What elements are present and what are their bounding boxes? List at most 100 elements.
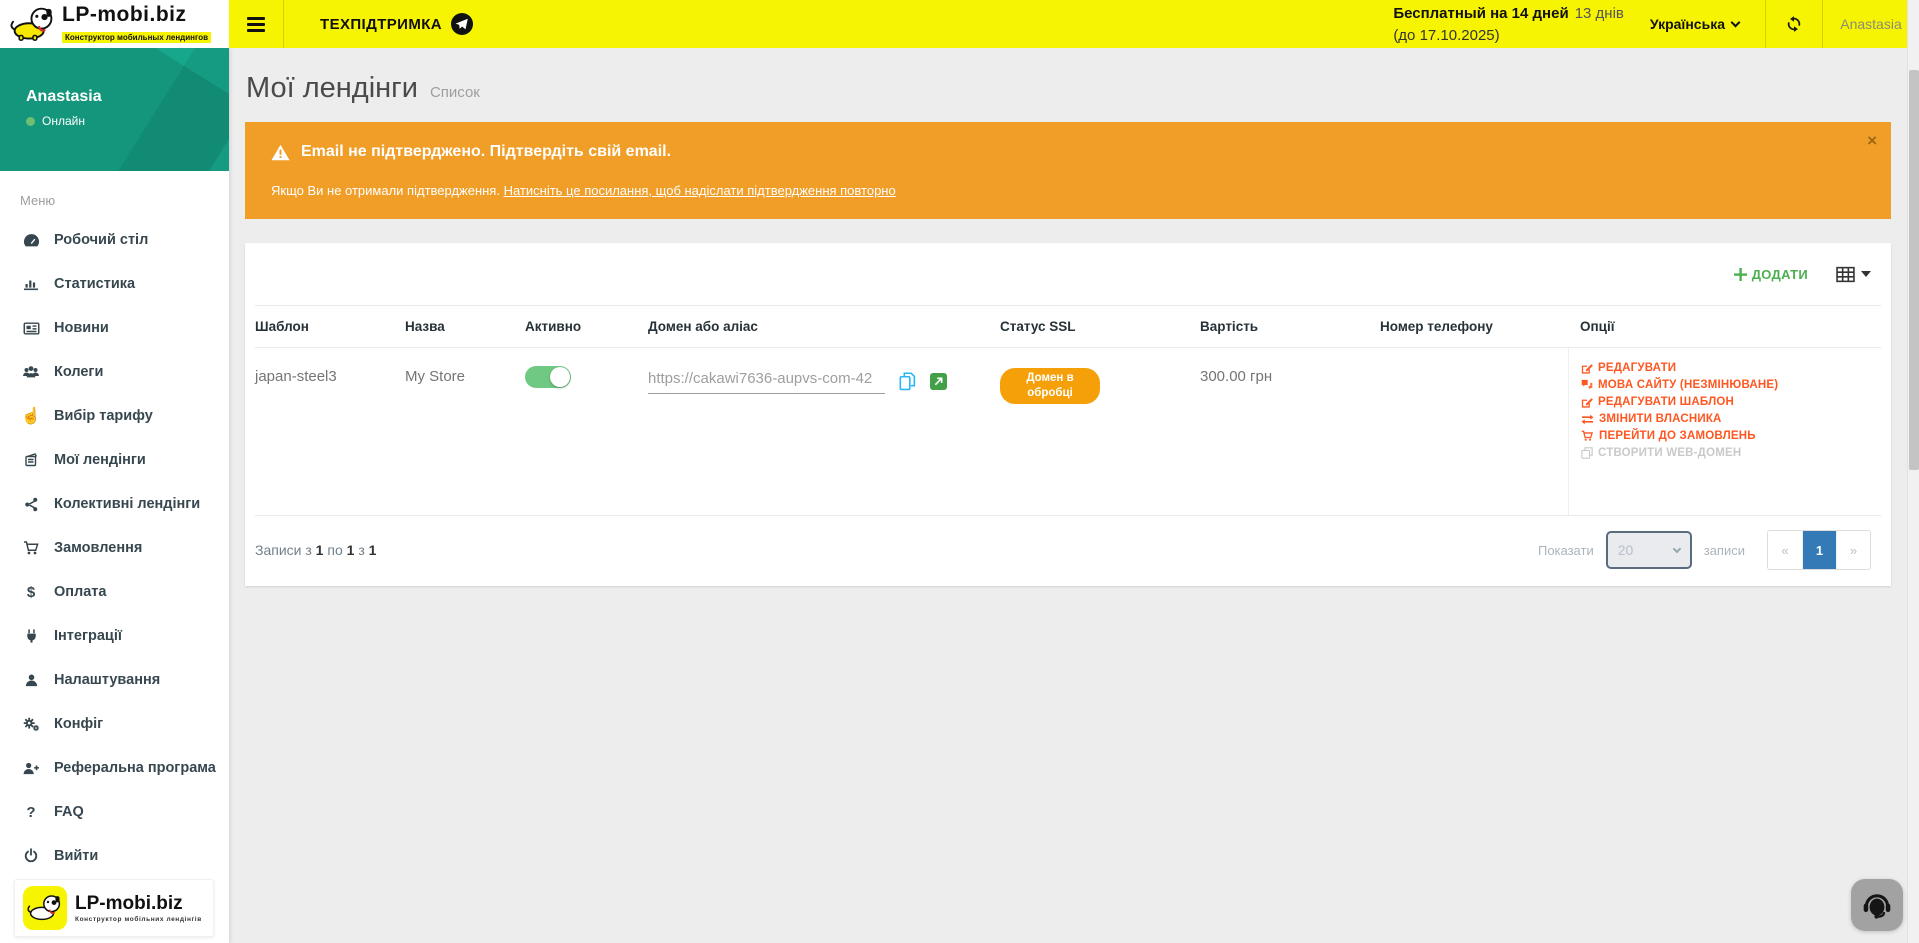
add-landing-button[interactable]: ДОДАТИ (1734, 267, 1808, 282)
sidebar-item-collective-landings[interactable]: Колективні лендінги (0, 482, 229, 526)
share-icon (20, 497, 42, 512)
hand-pointer-icon: ☝ (20, 406, 42, 426)
header-username[interactable]: Anastasia (1823, 16, 1919, 32)
domain-input[interactable] (648, 368, 885, 394)
landings-card: ДОДАТИ Шаблон Назва Активно Домен або ал… (245, 243, 1891, 586)
sidebar-item-label: Реферальна програма (54, 760, 216, 776)
sidebar-item-label: Робочий стіл (54, 232, 148, 248)
sidebar-item-dashboard[interactable]: Робочий стіл (0, 218, 229, 262)
column-header[interactable]: Шаблон (255, 306, 405, 347)
row-template: japan-steel3 (255, 348, 405, 515)
dog-logo-icon (10, 6, 56, 42)
sidebar-item-tariff[interactable]: ☝ Вибір тарифу (0, 394, 229, 438)
menu-section-label: Меню (20, 193, 229, 208)
sidebar-user-status: Онлайн (42, 114, 85, 128)
sidebar-item-orders[interactable]: Замовлення (0, 526, 229, 570)
trial-until: (до 17.10.2025) (1393, 25, 1624, 47)
sidebar-user-name: Anastasia (26, 88, 102, 106)
option-edit[interactable]: РЕДАГУВАТИ (1581, 362, 1881, 374)
warning-icon (271, 144, 290, 161)
sidebar-item-news[interactable]: Новини (0, 306, 229, 350)
support-label: ТЕХПІДТРИМКА (320, 16, 442, 33)
cart-icon (20, 540, 42, 556)
column-header[interactable]: Номер телефону (1380, 306, 1568, 347)
logo-title: LP-mobi.biz (62, 3, 211, 27)
sidebar-item-my-landings[interactable]: Мої лендінги (0, 438, 229, 482)
option-change-owner[interactable]: ЗМІНИТИ ВЛАСНИКА (1581, 413, 1881, 425)
sidebar-item-label: Інтеграції (54, 628, 122, 644)
column-header[interactable]: Вартість (1200, 306, 1380, 347)
option-site-language[interactable]: МОВА САЙТУ (НЕЗМІНЮВАНЕ) (1581, 379, 1881, 391)
page-title: Мої лендінги (246, 72, 418, 105)
trial-plan: Бесплатный на 14 дней (1393, 5, 1568, 22)
question-icon: ? (20, 804, 42, 821)
user-icon (20, 673, 42, 688)
power-icon (20, 848, 42, 864)
active-toggle[interactable] (525, 366, 571, 388)
alert-text: Якщо Ви не отримали підтвердження. (271, 183, 500, 198)
sidebar-item-colleagues[interactable]: Колеги (0, 350, 229, 394)
page-scrollbar[interactable] (1907, 0, 1919, 943)
column-settings-dropdown[interactable] (1836, 266, 1871, 283)
pagination-prev-button[interactable]: « (1768, 531, 1802, 569)
sidebar-item-statistics[interactable]: Статистика (0, 262, 229, 306)
refresh-button[interactable] (1766, 0, 1822, 48)
sidebar-item-config[interactable]: Конфіг (0, 702, 229, 746)
pagination-next-button[interactable]: » (1836, 531, 1870, 569)
refresh-icon (1785, 15, 1803, 33)
user-plus-icon (20, 761, 42, 776)
telegram-icon (450, 12, 474, 36)
sidebar-footer-logo[interactable]: LP-mobi.biz Конструктор мобільних лендін… (14, 879, 214, 937)
column-header[interactable]: Назва (405, 306, 525, 347)
dashboard-icon (20, 232, 42, 249)
column-header[interactable]: Опції (1568, 306, 1881, 347)
column-header[interactable]: Статус SSL (1000, 306, 1200, 347)
language-dropdown[interactable]: Українська (1640, 16, 1765, 32)
option-create-web-domain[interactable]: СТВОРИТИ WEB-ДОМЕН (1581, 447, 1881, 459)
news-icon (20, 320, 42, 337)
page-size-select[interactable]: 20 (1606, 531, 1692, 569)
sidebar-item-label: Статистика (54, 276, 135, 292)
option-go-to-orders[interactable]: ПЕРЕЙТИ ДО ЗАМОВЛЕНЬ (1581, 430, 1881, 442)
table-row: japan-steel3 My Store (255, 348, 1881, 516)
support-chat-button[interactable] (1851, 879, 1903, 931)
chevron-down-icon (1672, 544, 1680, 552)
resend-confirmation-link[interactable]: Натисніть це посилання, щоб надіслати пі… (504, 183, 896, 198)
copy-icon[interactable] (899, 372, 916, 391)
option-edit-template[interactable]: РЕДАГУВАТИ ШАБЛОН (1581, 396, 1881, 408)
close-icon[interactable]: × (1867, 132, 1877, 149)
show-label: Показати (1538, 543, 1594, 558)
caret-down-icon (1861, 271, 1871, 277)
footer-logo-title: LP-mobi.biz (75, 893, 202, 915)
footer-logo-subtitle: Конструктор мобільних лендінгів (75, 916, 202, 923)
sidebar-item-logout[interactable]: Вийти (0, 834, 229, 878)
dog-logo-icon (23, 886, 67, 930)
column-header[interactable]: Активно (525, 306, 648, 347)
sidebar-user-panel: Anastasia Онлайн (0, 48, 229, 171)
sidebar-item-label: Оплата (54, 584, 106, 600)
pages-icon (20, 452, 42, 468)
sidebar-item-label: Конфіг (54, 716, 103, 732)
sidebar-item-payment[interactable]: $ Оплата (0, 570, 229, 614)
sidebar-item-settings[interactable]: Налаштування (0, 658, 229, 702)
support-link[interactable]: ТЕХПІДТРИМКА (284, 0, 518, 48)
scrollbar-thumb[interactable] (1909, 70, 1919, 470)
sidebar-item-label: FAQ (54, 804, 84, 820)
landings-table: Шаблон Назва Активно Домен або аліас Ста… (245, 305, 1891, 516)
sidebar-item-referral[interactable]: Реферальна програма (0, 746, 229, 790)
page-subtitle: Список (430, 84, 480, 101)
app-logo[interactable]: LP-mobi.biz Конструктор мобильных лендин… (0, 0, 229, 48)
pagination-page-1[interactable]: 1 (1802, 531, 1836, 569)
sidebar-item-integrations[interactable]: Інтеграції (0, 614, 229, 658)
column-header[interactable]: Домен або аліас (648, 306, 1000, 347)
open-site-icon[interactable] (930, 373, 947, 390)
records-info: Записи з 1 по 1 з 1 (255, 542, 376, 558)
online-status-dot (26, 117, 35, 126)
records-label: записи (1704, 543, 1745, 558)
plus-icon (1734, 268, 1747, 281)
sidebar-item-label: Замовлення (54, 540, 142, 556)
row-phone (1380, 348, 1568, 515)
row-name: My Store (405, 348, 525, 515)
menu-toggle-button[interactable] (229, 0, 283, 48)
sidebar-item-faq[interactable]: ? FAQ (0, 790, 229, 834)
